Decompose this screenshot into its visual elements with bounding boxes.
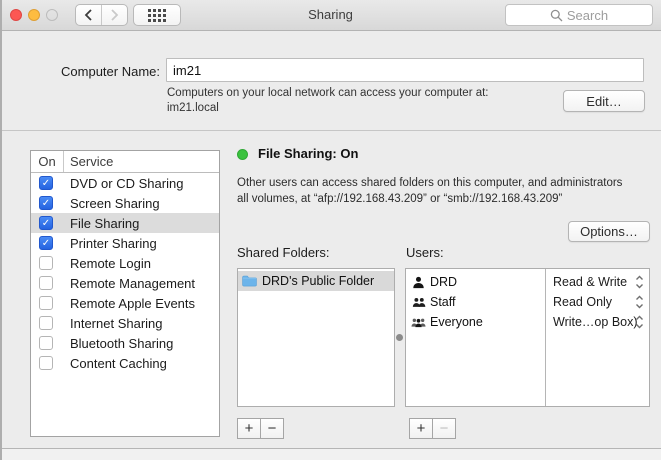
edit-button[interactable]: Edit… xyxy=(563,90,645,112)
service-row[interactable]: ✓ Printer Sharing xyxy=(31,233,219,253)
user-name: DRD xyxy=(430,275,458,289)
shared-folder-row[interactable]: DRD's Public Folder xyxy=(238,271,394,291)
services-list-header: On Service xyxy=(31,151,219,173)
service-row[interactable]: ✓ DVD or CD Sharing xyxy=(31,173,219,193)
status-description-line2: all volumes, at “afp://192.168.43.209” o… xyxy=(237,193,563,205)
service-checkbox[interactable] xyxy=(39,276,53,290)
sharing-preferences-window: Sharing Search Computer Name: Computers … xyxy=(0,0,661,460)
options-button[interactable]: Options… xyxy=(568,221,650,242)
user-name: Staff xyxy=(430,295,456,309)
status-description-line1: Other users can access shared folders on… xyxy=(237,177,623,189)
service-label: DVD or CD Sharing xyxy=(70,175,184,191)
folder-icon xyxy=(242,275,257,287)
add-shared-folder-button[interactable]: + xyxy=(238,419,260,438)
updown-chevron-icon xyxy=(635,295,644,309)
service-checkbox-checked[interactable]: ✓ xyxy=(39,216,53,230)
section-divider xyxy=(0,130,661,131)
user-row[interactable]: Staff xyxy=(406,292,545,312)
service-checkbox-checked[interactable]: ✓ xyxy=(39,176,53,190)
service-label: Content Caching xyxy=(70,355,167,371)
users-add-remove: + − xyxy=(409,418,456,439)
shared-folders-list: DRD's Public Folder xyxy=(237,268,395,407)
column-header-service: Service xyxy=(70,154,114,169)
shared-folders-add-remove: + − xyxy=(237,418,284,439)
remove-user-button: − xyxy=(432,419,455,438)
services-list: On Service ✓ DVD or CD Sharing ✓ Screen Sha… xyxy=(30,150,220,437)
users-label: Users: xyxy=(406,245,444,260)
service-checkbox[interactable] xyxy=(39,336,53,350)
service-checkbox[interactable] xyxy=(39,296,53,310)
service-label: Screen Sharing xyxy=(70,195,160,211)
service-label: Remote Management xyxy=(70,275,196,291)
service-label: Bluetooth Sharing xyxy=(70,335,174,351)
user-name: Everyone xyxy=(430,315,483,329)
permission-value: Read & Write xyxy=(553,275,628,289)
service-row[interactable]: ✓ File Sharing xyxy=(31,213,219,233)
service-checkbox-checked[interactable]: ✓ xyxy=(39,236,53,250)
add-user-button[interactable]: + xyxy=(410,419,432,438)
service-row[interactable]: Content Caching xyxy=(31,353,219,373)
users-list: DRD Staff Everyone Read & Write Read Only Wr… xyxy=(405,268,650,407)
permission-value: Write…op Box) xyxy=(553,315,638,329)
status-description: Other users can access shared folders on… xyxy=(237,175,622,207)
column-header-on: On xyxy=(31,151,64,172)
users-names-column: DRD Staff Everyone xyxy=(406,269,545,406)
service-label: Printer Sharing xyxy=(70,235,157,251)
remove-shared-folder-button[interactable]: − xyxy=(260,419,283,438)
permission-popup[interactable]: Write…op Box) xyxy=(546,312,649,332)
computer-name-help: Computers on your local network can acce… xyxy=(167,86,489,116)
updown-chevron-icon xyxy=(635,275,644,289)
computer-name-help-line1: Computers on your local network can acce… xyxy=(167,87,489,99)
permission-value: Read Only xyxy=(553,295,613,309)
user-row[interactable]: DRD xyxy=(406,272,545,292)
computer-name-label: Computer Name: xyxy=(61,64,160,79)
service-row[interactable]: Internet Sharing xyxy=(31,313,219,333)
computer-name-help-line2: im21.local xyxy=(167,102,219,114)
search-icon xyxy=(550,9,563,21)
service-row[interactable]: Bluetooth Sharing xyxy=(31,333,219,353)
user-icon xyxy=(410,276,427,289)
service-row[interactable]: Remote Management xyxy=(31,273,219,293)
pane-splitter-handle[interactable] xyxy=(396,334,403,341)
user-group-icon xyxy=(410,317,427,328)
service-label: File Sharing xyxy=(70,215,140,231)
window-left-edge xyxy=(0,0,2,460)
user-pair-icon xyxy=(410,297,427,308)
updown-chevron-icon xyxy=(635,315,644,329)
titlebar: Sharing Search xyxy=(0,0,661,31)
users-permissions-column: Read & Write Read Only Write…op Box) xyxy=(545,269,649,406)
service-checkbox[interactable] xyxy=(39,256,53,270)
service-label: Remote Login xyxy=(70,255,151,271)
service-row[interactable]: ✓ Screen Sharing xyxy=(31,193,219,213)
service-row[interactable]: Remote Apple Events xyxy=(31,293,219,313)
service-checkbox[interactable] xyxy=(39,356,53,370)
shared-folders-label: Shared Folders: xyxy=(237,245,330,260)
status-title: File Sharing: On xyxy=(258,146,359,161)
bottom-strip xyxy=(0,449,661,460)
shared-folder-name: DRD's Public Folder xyxy=(262,274,375,288)
services-list-body: ✓ DVD or CD Sharing ✓ Screen Sharing ✓ File S… xyxy=(31,173,219,373)
permission-popup[interactable]: Read & Write xyxy=(546,272,649,292)
service-label: Remote Apple Events xyxy=(70,295,196,311)
service-checkbox[interactable] xyxy=(39,316,53,330)
user-row[interactable]: Everyone xyxy=(406,312,545,332)
status-green-dot-icon xyxy=(237,149,248,160)
service-checkbox-checked[interactable]: ✓ xyxy=(39,196,53,210)
permission-popup[interactable]: Read Only xyxy=(546,292,649,312)
computer-name-field[interactable] xyxy=(166,58,644,82)
service-row[interactable]: Remote Login xyxy=(31,253,219,273)
service-label: Internet Sharing xyxy=(70,315,163,331)
search-input[interactable]: Search xyxy=(505,4,653,26)
search-placeholder: Search xyxy=(566,7,609,23)
